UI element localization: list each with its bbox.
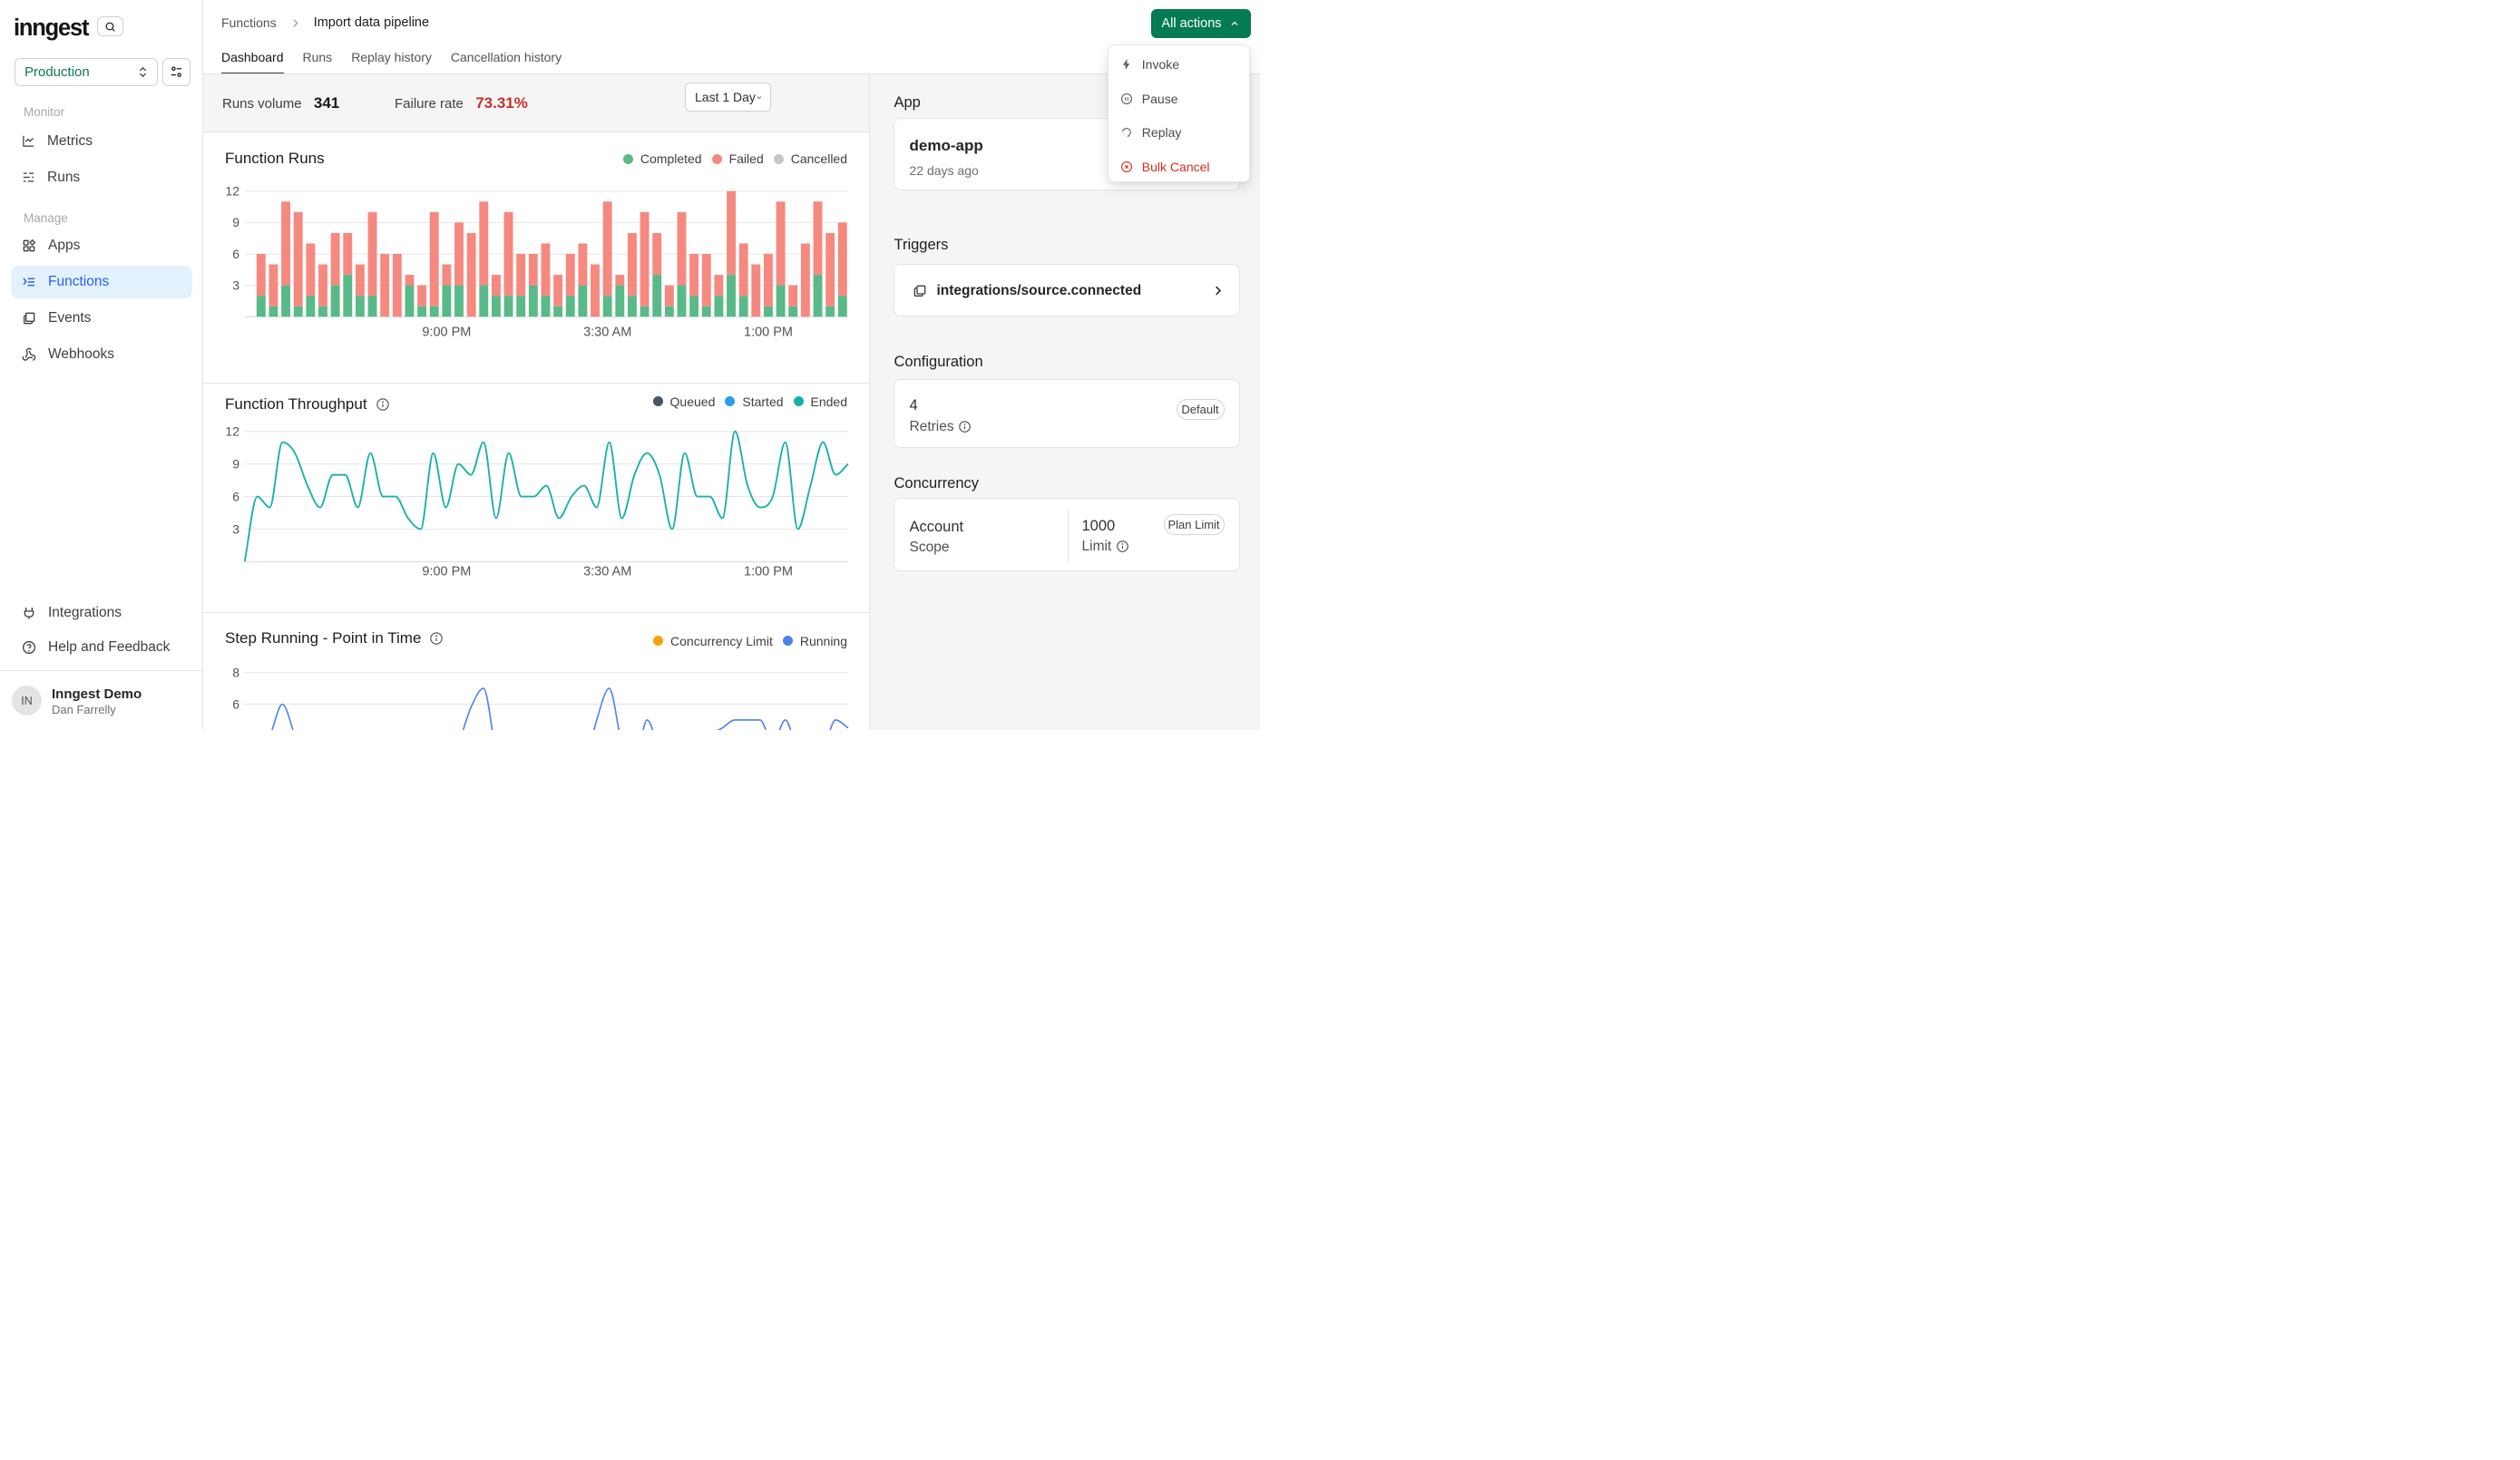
svg-text:8: 8 <box>232 665 239 679</box>
svg-text:9:00 PM: 9:00 PM <box>422 564 471 579</box>
svg-text:1:00 PM: 1:00 PM <box>744 564 793 579</box>
svg-text:12: 12 <box>225 423 239 438</box>
svg-text:6: 6 <box>232 247 239 261</box>
svg-text:6: 6 <box>232 696 239 711</box>
svg-text:9: 9 <box>232 215 239 229</box>
svg-text:3:30 AM: 3:30 AM <box>583 326 631 340</box>
svg-text:9: 9 <box>232 456 239 471</box>
svg-text:3:30 AM: 3:30 AM <box>583 564 631 579</box>
svg-text:9:00 PM: 9:00 PM <box>422 326 471 340</box>
svg-text:12: 12 <box>225 184 239 199</box>
svg-text:1:00 PM: 1:00 PM <box>744 326 793 340</box>
svg-text:3: 3 <box>232 277 239 292</box>
svg-text:3: 3 <box>232 521 239 536</box>
svg-text:6: 6 <box>232 489 239 503</box>
